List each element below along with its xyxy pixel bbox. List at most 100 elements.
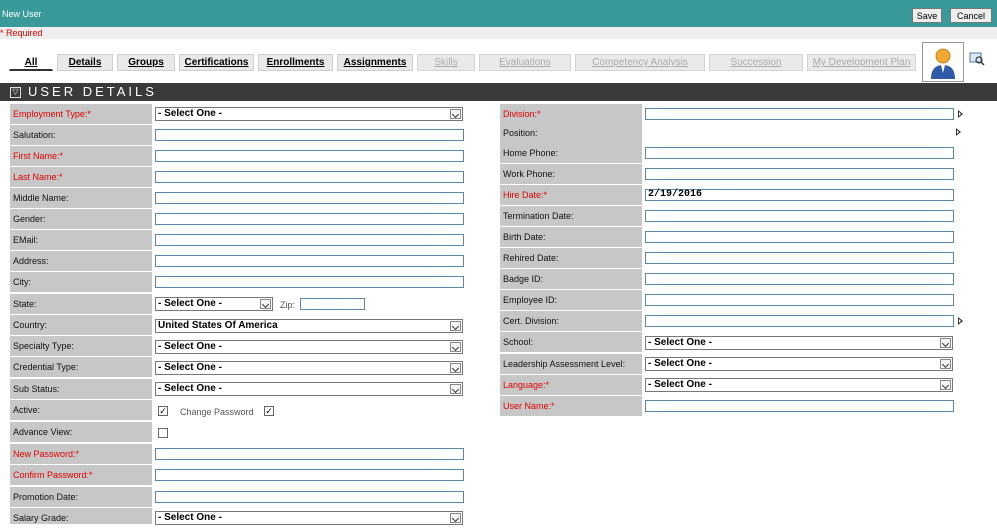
cert-division-input[interactable] [645, 315, 954, 327]
email-input[interactable] [155, 234, 464, 246]
division-label: Division:* [500, 104, 642, 124]
salutation-label: Salutation: [10, 125, 152, 145]
employment-type-label: Employment Type:* [10, 104, 152, 124]
promotion-date-label: Promotion Date: [10, 487, 152, 507]
specialty-type-label: Specialty Type: [10, 336, 152, 356]
country-select[interactable]: United States Of America [155, 319, 463, 333]
birth-date-input[interactable] [645, 231, 954, 243]
change-password-checkbox[interactable]: ✓ [264, 406, 274, 416]
tab-all[interactable]: All [9, 54, 53, 71]
required-note-bar: * Required [0, 27, 997, 39]
language-label: Language:* [500, 375, 642, 395]
picture-search-icon[interactable] [969, 52, 985, 66]
termination-date-input[interactable] [645, 210, 954, 222]
state-select[interactable]: - Select One - [155, 297, 273, 311]
credential-type-select[interactable]: - Select One - [155, 361, 463, 375]
chevron-down-icon [940, 380, 951, 390]
sub-status-select[interactable]: - Select One - [155, 382, 463, 396]
tab-groups[interactable]: Groups [117, 54, 175, 71]
hire-date-input[interactable]: 2/19/2016 [645, 189, 954, 201]
chevron-down-icon [260, 299, 271, 309]
user-avatar-icon [931, 48, 955, 79]
termination-date-label: Termination Date: [500, 206, 642, 226]
user-photo[interactable] [922, 42, 964, 82]
collapse-triangle-icon[interactable]: ▽ [10, 87, 21, 98]
user-name-input[interactable] [645, 400, 954, 412]
cancel-button[interactable]: Cancel [950, 8, 992, 23]
zip-label: Zip: [280, 300, 296, 310]
city-input[interactable] [155, 276, 464, 288]
city-label: City: [10, 272, 152, 292]
work-phone-input[interactable] [645, 168, 954, 180]
employment-type-select[interactable]: - Select One - [155, 107, 463, 121]
middle-name-label: Middle Name: [10, 188, 152, 208]
tab-succession: Succession [709, 54, 803, 71]
division-picker-arrow-icon[interactable] [958, 110, 963, 118]
state-label: State: [10, 294, 152, 314]
last-name-label: Last Name:* [10, 167, 152, 187]
user-name-label: User Name:* [500, 396, 642, 416]
salary-grade-label: Salary Grade: [10, 508, 152, 524]
change-password-label: Change Password [180, 407, 254, 417]
badge-id-input[interactable] [645, 273, 954, 285]
new-password-label: New Password:* [10, 444, 152, 464]
tab-certifications[interactable]: Certifications [179, 54, 254, 71]
language-select[interactable]: - Select One - [645, 378, 953, 392]
tab-details[interactable]: Details [57, 54, 113, 71]
gender-label: Gender: [10, 209, 152, 229]
division-input[interactable] [645, 108, 954, 120]
employee-id-input[interactable] [645, 294, 954, 306]
birth-date-label: Birth Date: [500, 227, 642, 247]
promotion-date-input[interactable] [155, 491, 464, 503]
specialty-type-select[interactable]: - Select One - [155, 340, 463, 354]
first-name-input[interactable] [155, 150, 464, 162]
position-label: Position: [500, 123, 642, 143]
rehired-date-label: Rehired Date: [500, 248, 642, 268]
title-bar: New User Save Cancel [0, 0, 997, 28]
credential-type-label: Credential Type: [10, 357, 152, 377]
tab-my-development-plan: My Development Plan [807, 54, 916, 71]
chevron-down-icon [450, 342, 461, 352]
tab-enrollments[interactable]: Enrollments [258, 54, 333, 71]
leadership-assessment-level-label: Leadership Assessment Level: [500, 354, 642, 374]
rehired-date-input[interactable] [645, 252, 954, 264]
last-name-input[interactable] [155, 171, 464, 183]
country-label: Country: [10, 315, 152, 335]
salutation-input[interactable] [155, 129, 464, 141]
confirm-password-input[interactable] [155, 469, 464, 481]
home-phone-input[interactable] [645, 147, 954, 159]
middle-name-input[interactable] [155, 192, 464, 204]
address-label: Address: [10, 251, 152, 271]
badge-id-label: Badge ID: [500, 269, 642, 289]
confirm-password-label: Confirm Password:* [10, 465, 152, 485]
active-label: Active: [10, 400, 152, 420]
school-label: School: [500, 332, 642, 352]
zip-input[interactable] [300, 298, 365, 310]
leadership-assessment-level-select[interactable]: - Select One - [645, 357, 953, 371]
save-button[interactable]: Save [912, 8, 942, 23]
home-phone-label: Home Phone: [500, 143, 642, 163]
section-title: USER DETAILS [28, 84, 157, 99]
chevron-down-icon [450, 384, 461, 394]
school-select[interactable]: - Select One - [645, 336, 953, 350]
advance-view-checkbox[interactable] [158, 428, 168, 438]
user-details-header[interactable]: ▽ USER DETAILS [0, 83, 997, 101]
new-password-input[interactable] [155, 448, 464, 460]
salary-grade-select[interactable]: - Select One - [155, 511, 463, 525]
hire-date-label: Hire Date:* [500, 185, 642, 205]
gender-input[interactable] [155, 213, 464, 225]
active-checkbox[interactable]: ✓ [158, 406, 168, 416]
position-picker-arrow-icon[interactable] [956, 128, 961, 136]
chevron-down-icon [450, 321, 461, 331]
required-note: * Required [0, 28, 43, 38]
sub-status-label: Sub Status: [10, 379, 152, 399]
work-phone-label: Work Phone: [500, 164, 642, 184]
chevron-down-icon [450, 109, 461, 119]
address-input[interactable] [155, 255, 464, 267]
cert-division-picker-arrow-icon[interactable] [958, 317, 963, 325]
cert-division-label: Cert. Division: [500, 311, 642, 331]
email-label: EMail: [10, 230, 152, 250]
tab-skills: Skills [417, 54, 475, 71]
tab-assignments[interactable]: Assignments [337, 54, 413, 71]
chevron-down-icon [940, 359, 951, 369]
